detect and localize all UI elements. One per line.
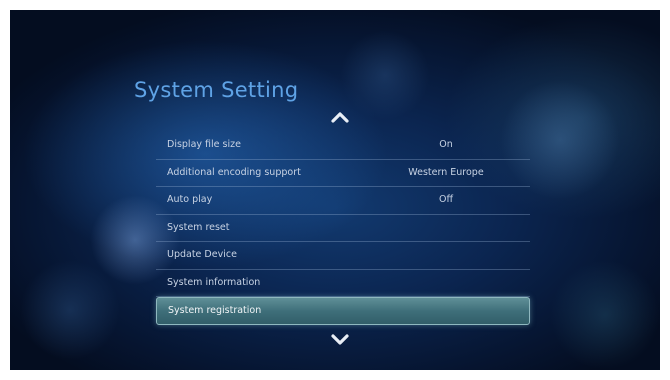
settings-menu: Display file size On Additional encoding… [156,132,530,325]
chevron-up-icon-graphic [331,112,349,123]
menu-item-label: System reset [167,221,230,233]
chevron-down-icon-graphic [331,334,349,345]
chevron-up-icon[interactable] [328,108,352,126]
menu-item-label: Auto play [167,194,213,205]
menu-item-system-reset[interactable]: System reset [156,215,530,242]
menu-item-display-file-size[interactable]: Display file size On [156,132,530,160]
menu-item-label: Update Device [167,249,237,260]
menu-item-value: Off [438,194,454,205]
menu-item-update-device[interactable]: Update Device [156,242,530,270]
page-title: System Setting [134,78,299,102]
menu-item-label: Additional encoding support [167,166,301,178]
menu-item-label: System registration [168,305,262,316]
menu-item-label: System information [167,276,261,288]
menu-item-value: Western Europe [408,166,484,178]
menu-item-system-information[interactable]: System information [156,270,530,297]
chevron-down-icon[interactable] [328,331,352,349]
menu-item-additional-encoding-support[interactable]: Additional encoding support Western Euro… [156,160,530,187]
background-light [340,30,430,120]
menu-item-label: Display file size [167,139,241,150]
menu-item-system-registration[interactable]: System registration [156,297,530,325]
menu-item-auto-play[interactable]: Auto play Off [156,187,530,215]
background-light [20,260,120,360]
settings-screen: System Setting Display file size On Addi… [10,10,660,370]
background-light [550,260,660,370]
menu-item-value: On [439,139,453,150]
